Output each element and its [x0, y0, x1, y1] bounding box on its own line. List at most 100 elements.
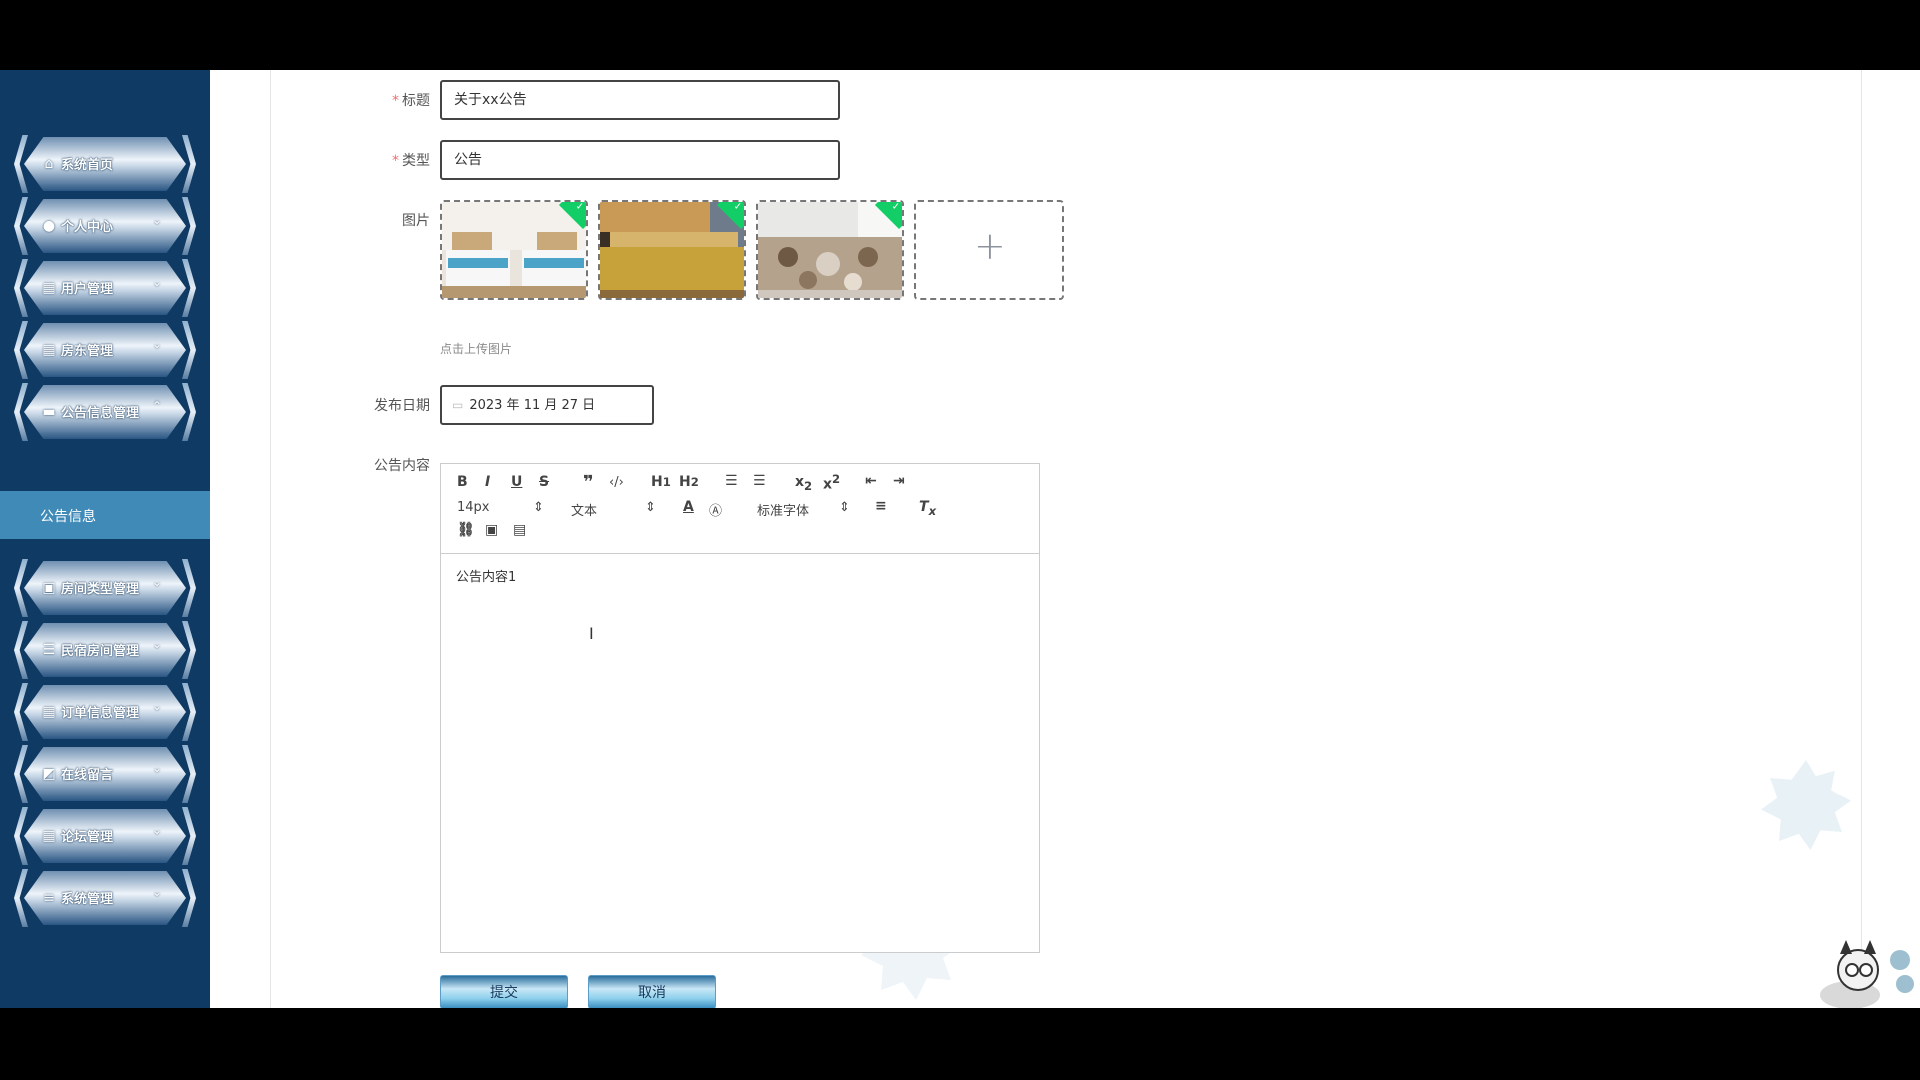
chevron-updown-icon: ⇕	[645, 500, 656, 515]
bold-icon[interactable]: B	[457, 474, 468, 490]
font-size-select[interactable]: 14px	[457, 500, 490, 515]
sidebar-item[interactable]: ☰ 民宿房间管理 ⌄	[14, 619, 196, 681]
sidebar-item[interactable]: ⌂ 系统首页	[14, 133, 196, 195]
code-icon[interactable]: ‹/›	[609, 475, 624, 490]
sidebar-item-label: 论坛管理	[61, 830, 114, 845]
sidebar-item-label: 用户管理	[61, 282, 114, 297]
uploaded-image[interactable]: ✓	[440, 200, 588, 300]
mascot-image	[1820, 940, 1914, 1008]
chevron-icon: ⌃	[151, 399, 162, 413]
chevron-updown-icon: ⇕	[839, 500, 850, 515]
blockquote-icon[interactable]: ❞	[583, 472, 594, 493]
block-format-select[interactable]: 文本	[571, 500, 597, 519]
submit-button[interactable]: 提交	[440, 975, 568, 1008]
sidebar: ⌂ 系统首页 ● 个人中心 ⌄ ▦ 用户管理 ⌄ ▦ 房东管理 ⌄ ▬ 公告信息管理 ⌃ ▣ 房间类型管理 ⌄ ☰…	[0, 70, 210, 1008]
bedroom-image-3	[758, 202, 902, 298]
image-label: 图片	[402, 213, 430, 229]
sidebar-item[interactable]: ▦ 论坛管理 ⌄	[14, 805, 196, 867]
sidebar-item[interactable]: ≡ 系统管理 ⌄	[14, 867, 196, 929]
grid-icon: ▦	[42, 704, 56, 720]
sidebar-item-label: 民宿房间管理	[61, 644, 140, 659]
sidebar-item[interactable]: ● 个人中心 ⌄	[14, 195, 196, 257]
chevron-icon: ⌄	[151, 637, 162, 651]
sidebar-subitem-active[interactable]: 公告信息	[0, 491, 210, 539]
underline-icon[interactable]: U	[511, 474, 522, 490]
sidebar-item[interactable]: ▣ 房间类型管理 ⌄	[14, 557, 196, 619]
chevron-icon: ⌄	[151, 761, 162, 775]
font-color-icon[interactable]: A	[683, 499, 694, 515]
ordered-list-icon[interactable]: ☰	[725, 473, 738, 489]
grid-icon: ▦	[42, 342, 56, 358]
app-frame: ⌂ 系统首页 ● 个人中心 ⌄ ▦ 用户管理 ⌄ ▦ 房东管理 ⌄ ▬ 公告信息管理 ⌃ ▣ 房间类型管理 ⌄ ☰…	[0, 70, 1920, 1008]
h1-icon[interactable]: H1	[651, 474, 671, 490]
briefcase-icon: ▣	[42, 580, 56, 596]
decorative-shape	[1761, 760, 1851, 850]
italic-icon[interactable]: I	[485, 474, 490, 490]
content-label: 公告内容	[374, 458, 430, 474]
type-label: * 类型	[392, 153, 430, 169]
title-label: * 标题	[392, 93, 430, 109]
cancel-button[interactable]: 取消	[588, 975, 716, 1008]
outdent-icon[interactable]: ⇤	[865, 473, 877, 489]
plus-icon: +	[974, 224, 1006, 268]
title-input[interactable]: 关于xx公告	[440, 80, 840, 120]
menu-icon: ≡	[43, 890, 55, 906]
sliders-icon: ☰	[42, 642, 56, 658]
uploaded-image[interactable]: ✓	[598, 200, 746, 300]
date-value: 2023 年 11 月 27 日	[469, 398, 596, 413]
sidebar-item-label: 公告信息管理	[61, 406, 140, 421]
sidebar-item[interactable]: ◩ 在线留言 ⌄	[14, 743, 196, 805]
link-icon[interactable]: ⛓	[457, 522, 475, 538]
image-upload-button[interactable]: +	[914, 200, 1064, 300]
grid-icon: ▦	[42, 280, 56, 296]
sidebar-item-label: 系统管理	[61, 892, 114, 907]
sidebar-item[interactable]: ▬ 公告信息管理 ⌃	[14, 381, 196, 443]
indent-icon[interactable]: ⇥	[893, 473, 905, 489]
sidebar-item-label: 订单信息管理	[61, 706, 140, 721]
background-color-icon[interactable]: Ⓐ	[709, 500, 722, 519]
subscript-icon[interactable]: x2	[795, 474, 812, 493]
image-icon[interactable]: ▣	[485, 522, 498, 538]
uploaded-image[interactable]: ✓	[756, 200, 904, 300]
chevron-icon: ⌄	[151, 275, 162, 289]
sidebar-item-label: 系统首页	[61, 158, 114, 173]
sidebar-subitem-label: 公告信息	[40, 509, 96, 525]
date-label: 发布日期	[374, 398, 430, 414]
rich-text-editor[interactable]: B I U S ❞ ‹/› H1 H2 ☰ ☰ x2 x2 ⇤ ⇥ 14px ⇕…	[440, 463, 1040, 953]
grid-icon: ▦	[42, 828, 56, 844]
chevron-icon: ⌄	[151, 213, 162, 227]
h2-icon[interactable]: H2	[679, 474, 699, 490]
strike-icon[interactable]: S	[539, 474, 549, 490]
sidebar-item-label: 在线留言	[61, 768, 114, 783]
home-icon: ⌂	[44, 156, 54, 172]
user-icon: ●	[42, 218, 56, 234]
date-picker[interactable]: ▭ 2023 年 11 月 27 日	[440, 385, 654, 425]
sidebar-item[interactable]: ▦ 用户管理 ⌄	[14, 257, 196, 319]
ticket-icon: ▬	[42, 404, 56, 420]
editor-toolbar: B I U S ❞ ‹/› H1 H2 ☰ ☰ x2 x2 ⇤ ⇥ 14px ⇕…	[441, 464, 1039, 554]
chevron-icon: ⌄	[151, 823, 162, 837]
bedroom-image-1	[442, 202, 586, 298]
sidebar-item[interactable]: ▦ 订单信息管理 ⌄	[14, 681, 196, 743]
clear-format-icon[interactable]: Tx	[919, 499, 936, 518]
editor-content[interactable]: 公告内容1	[456, 566, 516, 585]
video-icon[interactable]: ▤	[513, 522, 526, 538]
superscript-icon[interactable]: x2	[823, 472, 840, 493]
bedroom-image-2	[600, 202, 744, 298]
chevron-updown-icon: ⇕	[533, 500, 544, 515]
chevron-icon: ⌄	[151, 699, 162, 713]
font-family-select[interactable]: 标准字体	[757, 500, 809, 519]
chevron-icon: ⌄	[151, 337, 162, 351]
chevron-icon: ⌄	[151, 885, 162, 899]
text-cursor-icon: I	[589, 624, 594, 643]
chevron-icon: ⌄	[151, 575, 162, 589]
upload-hint: 点击上传图片	[440, 342, 513, 356]
bullet-list-icon[interactable]: ☰	[753, 473, 766, 489]
calendar-icon: ▭	[452, 398, 464, 412]
chart-icon: ◩	[42, 766, 56, 782]
align-icon[interactable]: ≡	[875, 498, 887, 514]
sidebar-item-label: 房东管理	[61, 344, 114, 359]
type-input[interactable]: 公告	[440, 140, 840, 180]
sidebar-item[interactable]: ▦ 房东管理 ⌄	[14, 319, 196, 381]
sidebar-item-label: 房间类型管理	[61, 582, 140, 597]
